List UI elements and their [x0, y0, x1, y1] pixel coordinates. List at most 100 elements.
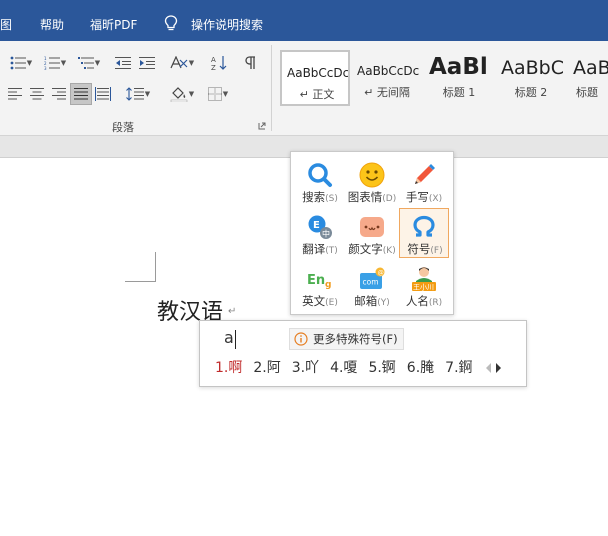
tool-label: 人名: [405, 294, 429, 308]
pencil-icon: [415, 164, 435, 184]
paint-bucket-icon: [170, 87, 188, 102]
increase-indent-button[interactable]: [136, 53, 158, 73]
composition-text: a: [224, 328, 234, 347]
increase-indent-icon: [139, 57, 155, 69]
tool-label: 翻译: [302, 242, 326, 256]
english-badge-text: En: [307, 273, 325, 288]
tool-key: (T): [325, 246, 338, 256]
paragraph-group-label: 段落: [112, 121, 134, 134]
style-name: 标题 2: [514, 86, 548, 99]
svg-text:g: g: [325, 280, 331, 290]
tool-handwriting[interactable]: 手写(X): [399, 156, 449, 206]
multilevel-list-icon: [77, 57, 94, 69]
menu-tab-foxit-pdf[interactable]: 福昕PDF: [90, 16, 137, 33]
tool-key: (Y): [377, 298, 390, 308]
align-right-icon: [52, 88, 66, 100]
menu-tab-view[interactable]: 图: [0, 16, 12, 33]
lightbulb-icon: [164, 15, 178, 31]
svg-text:E: E: [313, 220, 320, 231]
align-center-button[interactable]: [27, 84, 47, 104]
tool-emoji[interactable]: 图表情(D): [347, 156, 397, 206]
tool-translate[interactable]: E中 翻译(T): [295, 208, 345, 258]
info-icon: [294, 332, 308, 346]
more-symbols-button[interactable]: 更多特殊符号(F): [289, 328, 404, 350]
style-heading-1[interactable]: AaBl 标题 1: [424, 50, 494, 106]
next-page-icon[interactable]: [496, 363, 501, 373]
distributed-icon: [95, 87, 111, 101]
style-title[interactable]: AaB 标题: [568, 50, 608, 106]
more-symbols-label: 更多特殊符号(F): [313, 332, 398, 346]
align-left-button[interactable]: [5, 84, 25, 104]
multilevel-list-button[interactable]: ▼: [74, 53, 104, 73]
ime-candidate-window: a 更多特殊符号(F) 1.啊 2.阿 3.吖 4.嗄 5.锕 6.腌 7.錒: [199, 320, 527, 387]
word-window: 图 帮助 福昕PDF 操作说明搜索 ▼ 1 2 3 ▼ ▼ ▼ AZ ▼ ▼ ▼…: [0, 0, 608, 536]
bullets-button[interactable]: ▼: [6, 53, 36, 73]
justify-button[interactable]: [70, 83, 92, 105]
svg-text:A: A: [211, 56, 216, 64]
styles-gallery: AaBbCcDc ↵ 正文 AaBbCcDc ↵ 无间隔 AaBl 标题 1 A…: [280, 50, 608, 106]
sort-button[interactable]: AZ: [208, 53, 230, 73]
style-no-spacing[interactable]: AaBbCcDc ↵ 无间隔: [352, 50, 422, 106]
prev-page-icon[interactable]: [486, 363, 491, 373]
tool-search[interactable]: 搜索(S): [295, 156, 345, 206]
text-caret: [235, 330, 236, 349]
show-formatting-button[interactable]: [240, 53, 262, 73]
candidate-item[interactable]: 7.錒: [445, 357, 472, 377]
distributed-button[interactable]: [93, 84, 113, 104]
candidate-item[interactable]: 6.腌: [407, 357, 434, 377]
borders-icon: [207, 87, 222, 101]
tool-person-name[interactable]: 王小川 人名(R): [399, 260, 449, 310]
translate-icon: E中: [308, 215, 332, 239]
svg-text:@: @: [378, 270, 384, 277]
candidate-item[interactable]: 4.嗄: [330, 357, 357, 377]
menu-tab-help[interactable]: 帮助: [40, 16, 64, 33]
ribbon-separator: [271, 45, 272, 131]
bullets-icon: [10, 56, 26, 70]
tool-key: (X): [428, 194, 443, 204]
omega-icon: [413, 215, 435, 237]
candidate-item[interactable]: 3.吖: [292, 357, 319, 377]
line-spacing-icon: [125, 87, 144, 101]
tool-key: (F): [430, 246, 443, 256]
paragraph-mark: ↵: [228, 306, 237, 317]
ribbon: ▼ 1 2 3 ▼ ▼ ▼ AZ ▼ ▼ ▼ 段落 AaBbCcDc ↵ 正文 …: [0, 41, 608, 136]
candidate-list: 1.啊 2.阿 3.吖 4.嗄 5.锕 6.腌 7.錒: [215, 357, 484, 377]
kaomoji-icon: [360, 217, 384, 237]
tell-me-search[interactable]: 操作说明搜索: [191, 16, 263, 33]
style-preview: AaBbC: [501, 57, 565, 79]
tool-symbols[interactable]: 符号(F): [399, 208, 449, 258]
shading-button[interactable]: ▼: [166, 84, 198, 104]
align-left-icon: [8, 88, 22, 100]
tool-english[interactable]: En g 英文(E): [295, 260, 345, 310]
align-right-button[interactable]: [49, 84, 69, 104]
english-icon: En g: [307, 270, 333, 290]
dialog-launcher-icon[interactable]: [258, 122, 266, 130]
tool-kaomoji[interactable]: 颜文字(K): [347, 208, 397, 258]
style-preview: AaB: [573, 57, 608, 79]
candidate-item[interactable]: 5.锕: [368, 357, 395, 377]
candidate-item[interactable]: 2.阿: [253, 357, 280, 377]
align-center-icon: [30, 88, 44, 100]
smiley-icon: [359, 162, 385, 188]
person-icon: 王小川: [412, 267, 436, 292]
candidate-item[interactable]: 1.啊: [215, 357, 242, 377]
svg-text:3: 3: [44, 66, 47, 70]
style-name: 标题 1: [442, 86, 476, 99]
chinese-layout-button[interactable]: ▼: [166, 53, 198, 73]
ime-toolbox: 搜索(S) 图表情(D) 手写(X) E中 翻译(T) 颜文字(K) 符号(F)…: [290, 151, 454, 315]
decrease-indent-button[interactable]: [112, 53, 134, 73]
margin-marker: [125, 281, 156, 282]
search-icon: [308, 163, 332, 187]
style-normal[interactable]: AaBbCcDc ↵ 正文: [280, 50, 350, 106]
numbering-button[interactable]: 1 2 3 ▼: [40, 53, 70, 73]
style-heading-2[interactable]: AaBbC 标题 2: [496, 50, 566, 106]
svg-text:Z: Z: [211, 64, 216, 71]
style-preview: AaBbCcDc: [287, 66, 350, 80]
borders-button[interactable]: ▼: [202, 84, 234, 104]
style-preview: AaBl: [429, 54, 488, 80]
line-spacing-button[interactable]: ▼: [122, 84, 154, 104]
numbering-icon: 123: [44, 56, 60, 70]
tool-email[interactable]: com @ 邮箱(Y): [347, 260, 397, 310]
style-name: 标题: [576, 86, 598, 99]
tool-label: 搜索: [302, 190, 326, 204]
